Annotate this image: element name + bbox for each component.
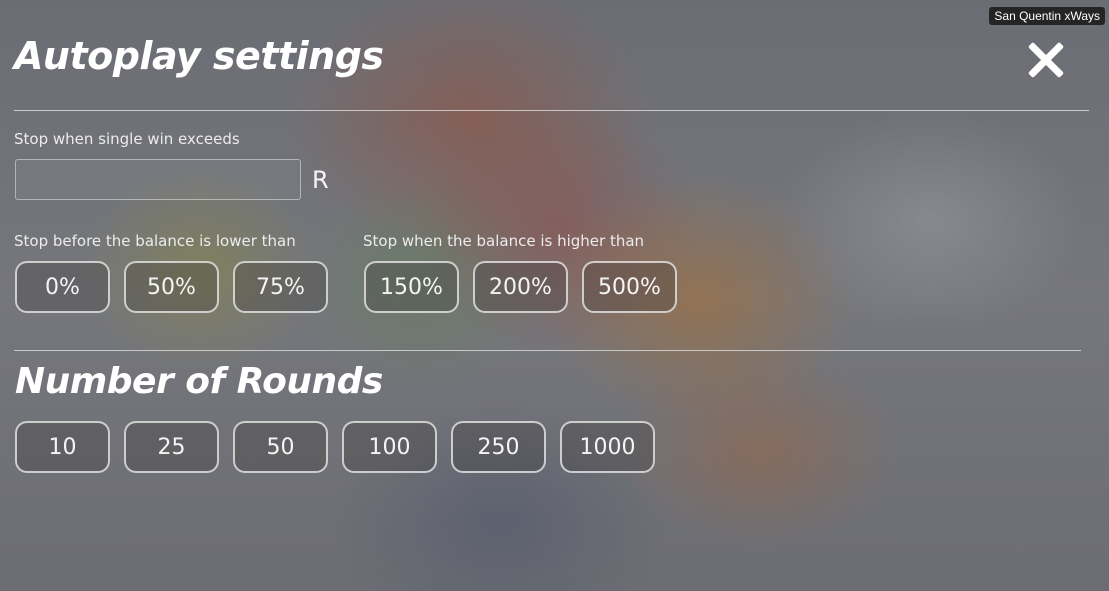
balance-lower-option-0[interactable]: 0% [15, 261, 110, 313]
balance-lower-label: Stop before the balance is lower than [14, 232, 296, 250]
dialog-title: Autoplay settings [14, 34, 384, 78]
rounds-option-100[interactable]: 100 [342, 421, 437, 473]
rounds-options: 10 25 50 100 250 1000 [15, 421, 655, 473]
section-divider [14, 350, 1081, 351]
rounds-option-10[interactable]: 10 [15, 421, 110, 473]
balance-higher-option-150[interactable]: 150% [364, 261, 459, 313]
balance-higher-option-500[interactable]: 500% [582, 261, 677, 313]
rounds-option-25[interactable]: 25 [124, 421, 219, 473]
balance-higher-option-200[interactable]: 200% [473, 261, 568, 313]
balance-lower-options: 0% 50% 75% [15, 261, 328, 313]
rounds-option-50[interactable]: 50 [233, 421, 328, 473]
rounds-option-1000[interactable]: 1000 [560, 421, 655, 473]
balance-lower-option-50[interactable]: 50% [124, 261, 219, 313]
single-win-label: Stop when single win exceeds [14, 130, 240, 148]
close-icon[interactable] [1027, 41, 1065, 79]
balance-lower-option-75[interactable]: 75% [233, 261, 328, 313]
game-name-badge: San Quentin xWays [989, 7, 1105, 25]
header-divider [14, 110, 1089, 111]
rounds-option-250[interactable]: 250 [451, 421, 546, 473]
currency-label: R [312, 166, 329, 194]
single-win-input[interactable] [15, 159, 301, 200]
balance-higher-options: 150% 200% 500% [364, 261, 677, 313]
balance-higher-label: Stop when the balance is higher than [363, 232, 645, 250]
rounds-title: Number of Rounds [15, 361, 383, 402]
